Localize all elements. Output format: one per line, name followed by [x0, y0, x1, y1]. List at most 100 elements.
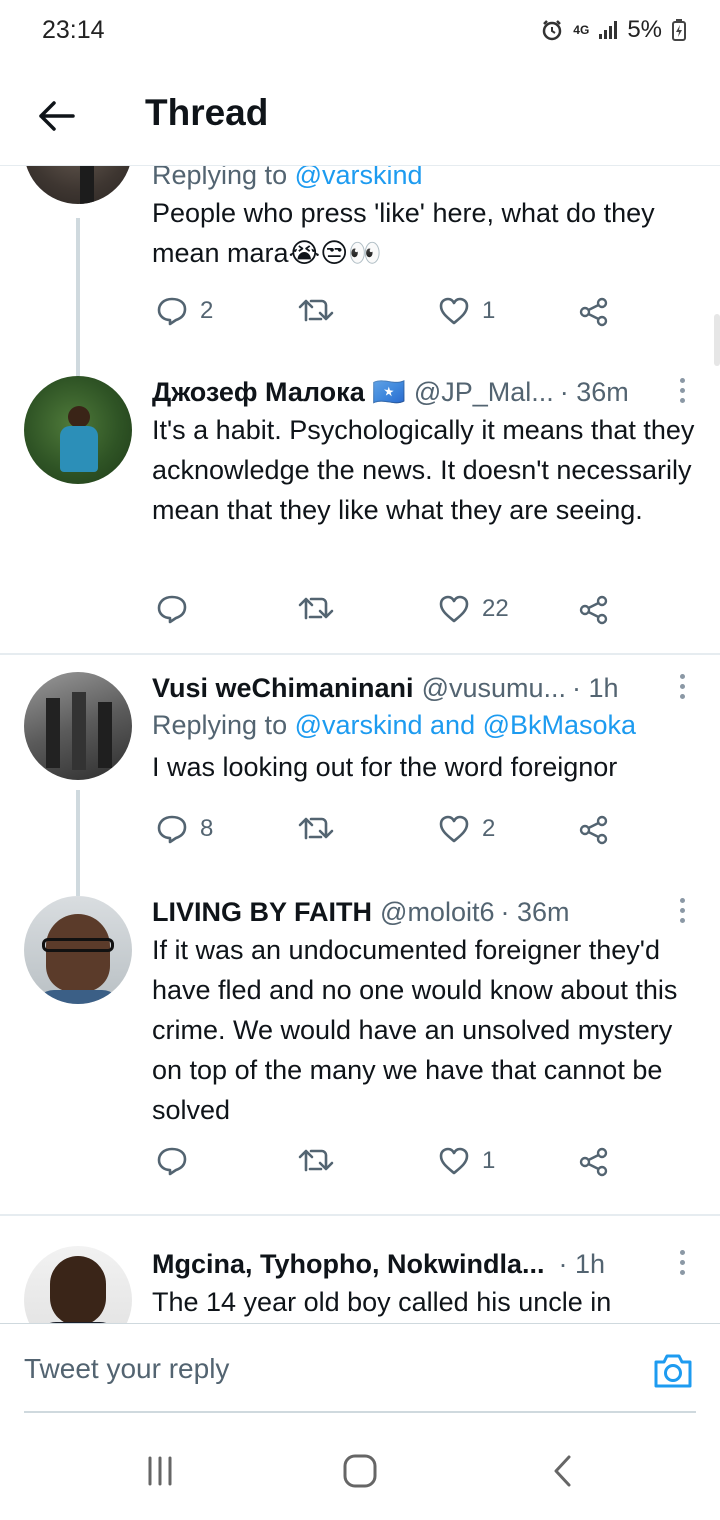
retweet-icon [298, 597, 334, 620]
share-icon [579, 297, 608, 327]
reply-bar: Tweet your reply [0, 1323, 720, 1413]
tweet-actions: 8 2 [152, 814, 622, 854]
like-button[interactable]: 1 [438, 296, 495, 326]
reply-input[interactable]: Tweet your reply [24, 1324, 584, 1414]
handle[interactable]: @vusumu... [422, 673, 566, 704]
timestamp: · 36m [559, 376, 629, 407]
home-icon [343, 1454, 377, 1488]
timestamp: · 1h [572, 672, 619, 703]
tweet-text: If it was an undocumented foreigner they… [152, 935, 678, 1125]
like-icon [439, 815, 469, 843]
tweet[interactable]: Replying to @varskind People who press '… [0, 166, 720, 414]
avatar[interactable] [24, 672, 132, 780]
tweet[interactable]: Mgcina, Tyhopho, Nokwindla... · 1h The 1… [0, 1218, 720, 1323]
back-icon [554, 1455, 571, 1487]
display-name[interactable]: LIVING BY FAITH [152, 897, 372, 928]
like-button[interactable]: 1 [438, 1146, 495, 1176]
handle[interactable]: @JP_Mal... [414, 377, 554, 408]
thread-feed[interactable]: Replying to @varskind People who press '… [0, 166, 720, 1323]
reply-button[interactable] [156, 1146, 200, 1176]
tweet-text: It's a habit. Psychologically it means t… [152, 415, 695, 525]
like-button[interactable]: 22 [438, 594, 509, 624]
handle[interactable]: @moloit6 [380, 897, 494, 928]
alarm-icon [543, 20, 562, 41]
like-icon [439, 297, 469, 325]
reply-icon [157, 297, 187, 326]
reply-icon [157, 815, 187, 844]
retweet-icon [298, 1149, 334, 1172]
share-button[interactable] [578, 296, 610, 328]
timestamp: · 1h [558, 1248, 606, 1279]
avatar[interactable] [24, 896, 132, 1004]
like-button[interactable]: 2 [438, 814, 495, 844]
share-icon [579, 595, 608, 625]
retweet-button[interactable] [298, 1146, 346, 1174]
like-icon [439, 1147, 469, 1175]
tweet-actions: 2 1 [152, 296, 622, 336]
share-button[interactable] [578, 594, 610, 626]
app-header: Thread [0, 62, 720, 166]
reply-button[interactable]: 2 [156, 296, 213, 326]
tweet-text: I was looking out for the word foreignor [152, 752, 618, 782]
tweet-meta: Джозеф Малока 🇸🇴 @JP_Mal... · 36m [152, 374, 696, 410]
status-icons: 4G 5% [541, 16, 686, 44]
reply-button[interactable]: 8 [156, 814, 213, 844]
avatar[interactable] [24, 376, 132, 484]
retweet-button[interactable] [298, 296, 346, 324]
more-icon[interactable] [678, 898, 686, 923]
system-nav-bar [0, 1413, 720, 1520]
share-icon [579, 815, 608, 845]
share-button[interactable] [578, 814, 610, 846]
reply-count: 8 [200, 815, 214, 842]
like-count: 1 [482, 1147, 496, 1174]
like-icon [439, 595, 469, 623]
system-back-button[interactable] [542, 1453, 582, 1489]
avatar[interactable] [24, 166, 132, 204]
share-button[interactable] [578, 1146, 610, 1178]
tweet-actions: 22 [152, 594, 622, 634]
like-count: 22 [482, 595, 509, 622]
tweet[interactable]: Vusi weChimaninani @vusumu... · 1h Reply… [0, 656, 720, 896]
retweet-button[interactable] [298, 814, 346, 842]
more-icon[interactable] [678, 1250, 686, 1275]
retweet-icon [298, 299, 334, 322]
divider [0, 1214, 720, 1216]
tweet-meta: Mgcina, Tyhopho, Nokwindla... · 1h [152, 1246, 696, 1282]
avatar[interactable] [24, 1246, 132, 1323]
tweet[interactable]: LIVING BY FAITH @moloit6 · 36m If it was… [0, 878, 720, 1208]
display-name[interactable]: Vusi weChimaninani [152, 673, 414, 704]
replying-to: Replying to @varskind and @BkMasoka [152, 710, 637, 740]
scrollbar[interactable] [714, 314, 720, 366]
back-arrow-icon [39, 101, 75, 131]
reply-button[interactable] [156, 594, 200, 624]
replying-to: Replying to @varskind [152, 166, 696, 191]
camera-button[interactable] [652, 1352, 694, 1390]
display-name[interactable]: Джозеф Малока 🇸🇴 [152, 376, 406, 408]
tweet[interactable]: Джозеф Малока 🇸🇴 @JP_Mal... · 36m It's a… [0, 362, 720, 648]
retweet-button[interactable] [298, 594, 346, 622]
network-type: 4G [573, 22, 590, 37]
status-time: 23:14 [42, 16, 105, 44]
tweet-actions: 1 [152, 1146, 622, 1186]
reply-count: 2 [200, 297, 214, 324]
retweet-icon [298, 817, 334, 840]
reply-icon [157, 595, 187, 624]
mention-link[interactable]: @varskind and @BkMasoka [295, 710, 636, 740]
reply-icon [157, 1147, 187, 1176]
recents-button[interactable] [140, 1453, 180, 1489]
tweet-text: People who press 'like' here, what do th… [152, 198, 655, 268]
divider [0, 653, 720, 655]
more-icon[interactable] [678, 674, 686, 699]
display-name[interactable]: Mgcina, Tyhopho, Nokwindla... [152, 1249, 545, 1280]
back-button[interactable] [32, 92, 80, 140]
home-button[interactable] [340, 1453, 380, 1489]
more-icon[interactable] [678, 378, 686, 403]
battery-percent: 5% [627, 16, 662, 43]
tweet-text: The 14 year old boy called his uncle in [152, 1287, 612, 1317]
camera-icon [654, 1354, 692, 1388]
tweet-meta: Vusi weChimaninani @vusumu... · 1h [152, 670, 696, 706]
recents-icon [148, 1456, 172, 1486]
timestamp: · 36m [500, 896, 570, 927]
page-title: Thread [145, 92, 269, 133]
mention-link[interactable]: @varskind [295, 166, 423, 190]
